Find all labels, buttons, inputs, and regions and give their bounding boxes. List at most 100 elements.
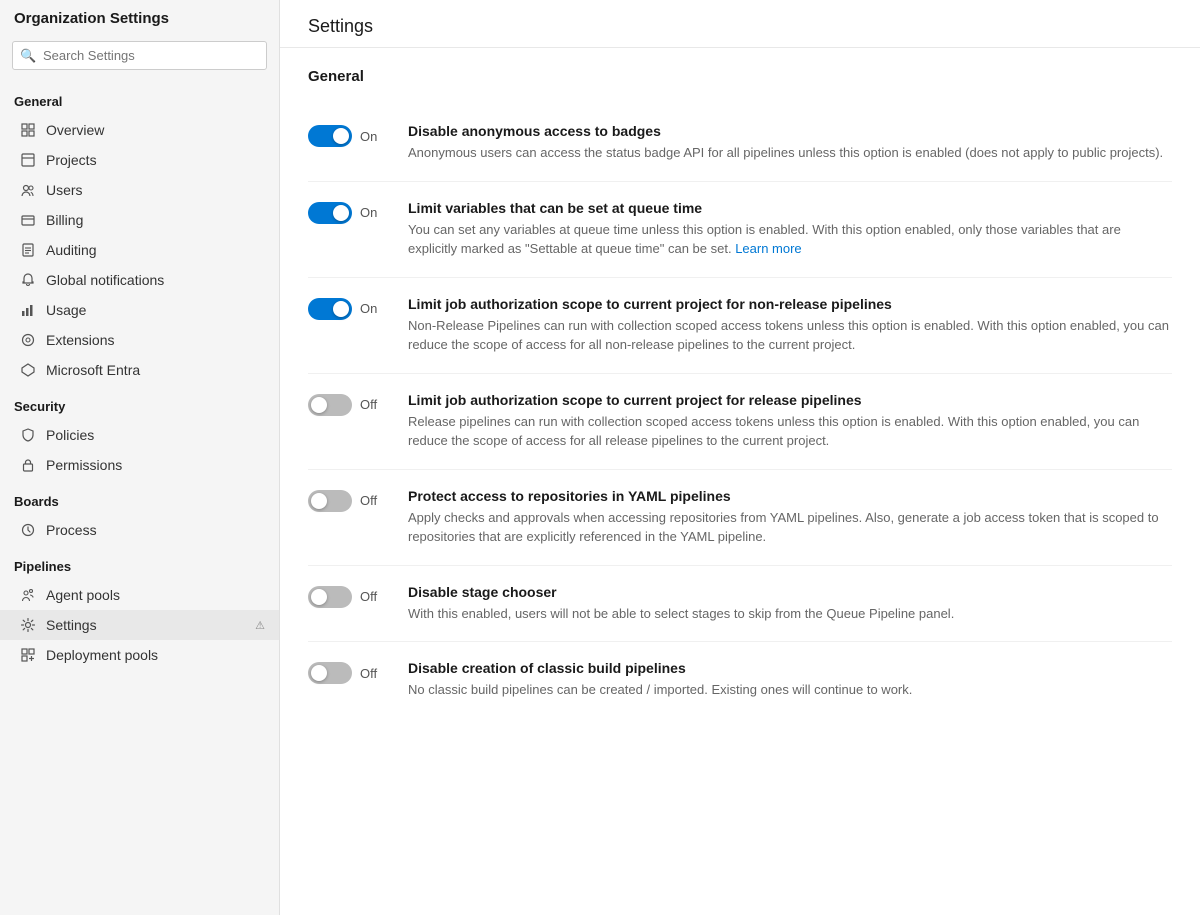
setting-row-disable-stage-chooser: Off Disable stage chooser With this enable… [308,566,1172,643]
toggle-anonymous-badges[interactable] [308,125,352,147]
agent-pools-icon [20,587,36,603]
sidebar-item-extensions[interactable]: Extensions [0,325,279,355]
setting-row-protect-yaml-repos: Off Protect access to repositories in YAM… [308,470,1172,566]
setting-desc-disable-classic-pipelines: No classic build pipelines can be create… [408,680,1172,700]
setting-title-limit-variables: Limit variables that can be set at queue… [408,200,1172,216]
search-area: 🔍 [0,35,279,80]
billing-label: Billing [46,212,265,228]
section-title: General [308,68,1172,85]
sidebar-item-policies[interactable]: Policies [0,420,279,450]
toggle-area-disable-classic-pipelines: Off [308,660,388,684]
toggle-area-limit-job-auth-nonrelease: On [308,296,388,320]
overview-icon [20,122,36,138]
sidebar-item-global-notifications[interactable]: Global notifications [0,265,279,295]
toggle-label-limit-job-auth-release: Off [360,397,382,412]
setting-desc-limit-variables: You can set any variables at queue time … [408,220,1172,259]
search-icon: 🔍 [20,48,36,64]
microsoft-entra-icon [20,362,36,378]
sidebar-item-microsoft-entra[interactable]: Microsoft Entra [0,355,279,385]
sidebar-item-deployment-pools[interactable]: Deployment pools [0,640,279,670]
sidebar-item-auditing[interactable]: Auditing [0,235,279,265]
setting-title-limit-job-auth-nonrelease: Limit job authorization scope to current… [408,296,1172,312]
sidebar-item-users[interactable]: Users [0,175,279,205]
sidebar-item-billing[interactable]: Billing [0,205,279,235]
microsoft-entra-label: Microsoft Entra [46,362,265,378]
setting-content-limit-job-auth-release: Limit job authorization scope to current… [408,392,1172,451]
setting-title-protect-yaml-repos: Protect access to repositories in YAML p… [408,488,1172,504]
agent-pools-label: Agent pools [46,587,265,603]
setting-content-disable-classic-pipelines: Disable creation of classic build pipeli… [408,660,1172,700]
sidebar-item-settings[interactable]: Settings ⚠ [0,610,279,640]
users-label: Users [46,182,265,198]
toggle-area-disable-stage-chooser: Off [308,584,388,608]
settings-badge: ⚠ [255,619,265,632]
usage-label: Usage [46,302,265,318]
permissions-label: Permissions [46,457,265,473]
sidebar-item-agent-pools[interactable]: Agent pools [0,580,279,610]
toggle-limit-variables[interactable] [308,202,352,224]
toggle-label-disable-classic-pipelines: Off [360,666,382,681]
deployment-pools-icon [20,647,36,663]
setting-title-disable-stage-chooser: Disable stage chooser [408,584,1172,600]
toggle-knob-limit-variables [333,205,349,221]
setting-row-disable-classic-pipelines: Off Disable creation of classic build pip… [308,642,1172,718]
setting-row-limit-job-auth-release: Off Limit job authorization scope to curr… [308,374,1172,470]
section-label-security: Security [0,385,279,420]
settings-list: OnDisable anonymous access to badgesAnon… [308,105,1172,718]
billing-icon [20,212,36,228]
sidebar-item-permissions[interactable]: Permissions [0,450,279,480]
toggle-label-anonymous-badges: On [360,129,382,144]
global-notifications-label: Global notifications [46,272,265,288]
setting-title-disable-classic-pipelines: Disable creation of classic build pipeli… [408,660,1172,676]
deployment-pools-label: Deployment pools [46,647,265,663]
sidebar-item-overview[interactable]: Overview [0,115,279,145]
setting-desc-protect-yaml-repos: Apply checks and approvals when accessin… [408,508,1172,547]
process-label: Process [46,522,265,538]
setting-content-protect-yaml-repos: Protect access to repositories in YAML p… [408,488,1172,547]
section-label-boards: Boards [0,480,279,515]
users-icon [20,182,36,198]
usage-icon [20,302,36,318]
toggle-label-limit-variables: On [360,205,382,220]
toggle-label-disable-stage-chooser: Off [360,589,382,604]
permissions-icon [20,457,36,473]
toggle-disable-classic-pipelines[interactable] [308,662,352,684]
settings-label: Settings [46,617,245,633]
projects-label: Projects [46,152,265,168]
setting-link-limit-variables[interactable]: Learn more [735,241,801,256]
toggle-knob-protect-yaml-repos [311,493,327,509]
sidebar-item-projects[interactable]: Projects [0,145,279,175]
search-input[interactable] [12,41,267,70]
auditing-icon [20,242,36,258]
auditing-label: Auditing [46,242,265,258]
toggle-limit-job-auth-release[interactable] [308,394,352,416]
settings-icon [20,617,36,633]
overview-label: Overview [46,122,265,138]
sidebar-item-usage[interactable]: Usage [0,295,279,325]
toggle-knob-limit-job-auth-nonrelease [333,301,349,317]
sidebar-item-process[interactable]: Process [0,515,279,545]
policies-label: Policies [46,427,265,443]
section-label-pipelines: Pipelines [0,545,279,580]
toggle-limit-job-auth-nonrelease[interactable] [308,298,352,320]
setting-content-limit-job-auth-nonrelease: Limit job authorization scope to current… [408,296,1172,355]
org-settings-title: Organization Settings [0,0,279,35]
setting-row-limit-variables: On Limit variables that can be set at que… [308,182,1172,278]
process-icon [20,522,36,538]
toggle-disable-stage-chooser[interactable] [308,586,352,608]
toggle-knob-disable-stage-chooser [311,589,327,605]
sidebar: Organization Settings 🔍 GeneralOverviewP… [0,0,280,915]
toggle-area-anonymous-badges: On [308,123,388,147]
main-body: General OnDisable anonymous access to ba… [280,48,1200,738]
main-content: Settings General OnDisable anonymous acc… [280,0,1200,915]
toggle-area-limit-variables: On [308,200,388,224]
global-notifications-icon [20,272,36,288]
extensions-label: Extensions [46,332,265,348]
setting-content-limit-variables: Limit variables that can be set at queue… [408,200,1172,259]
setting-row-limit-job-auth-nonrelease: On Limit job authorization scope to curre… [308,278,1172,374]
setting-desc-disable-stage-chooser: With this enabled, users will not be abl… [408,604,1172,624]
setting-desc-anonymous-badges: Anonymous users can access the status ba… [408,143,1172,163]
projects-icon [20,152,36,168]
toggle-protect-yaml-repos[interactable] [308,490,352,512]
toggle-area-protect-yaml-repos: Off [308,488,388,512]
